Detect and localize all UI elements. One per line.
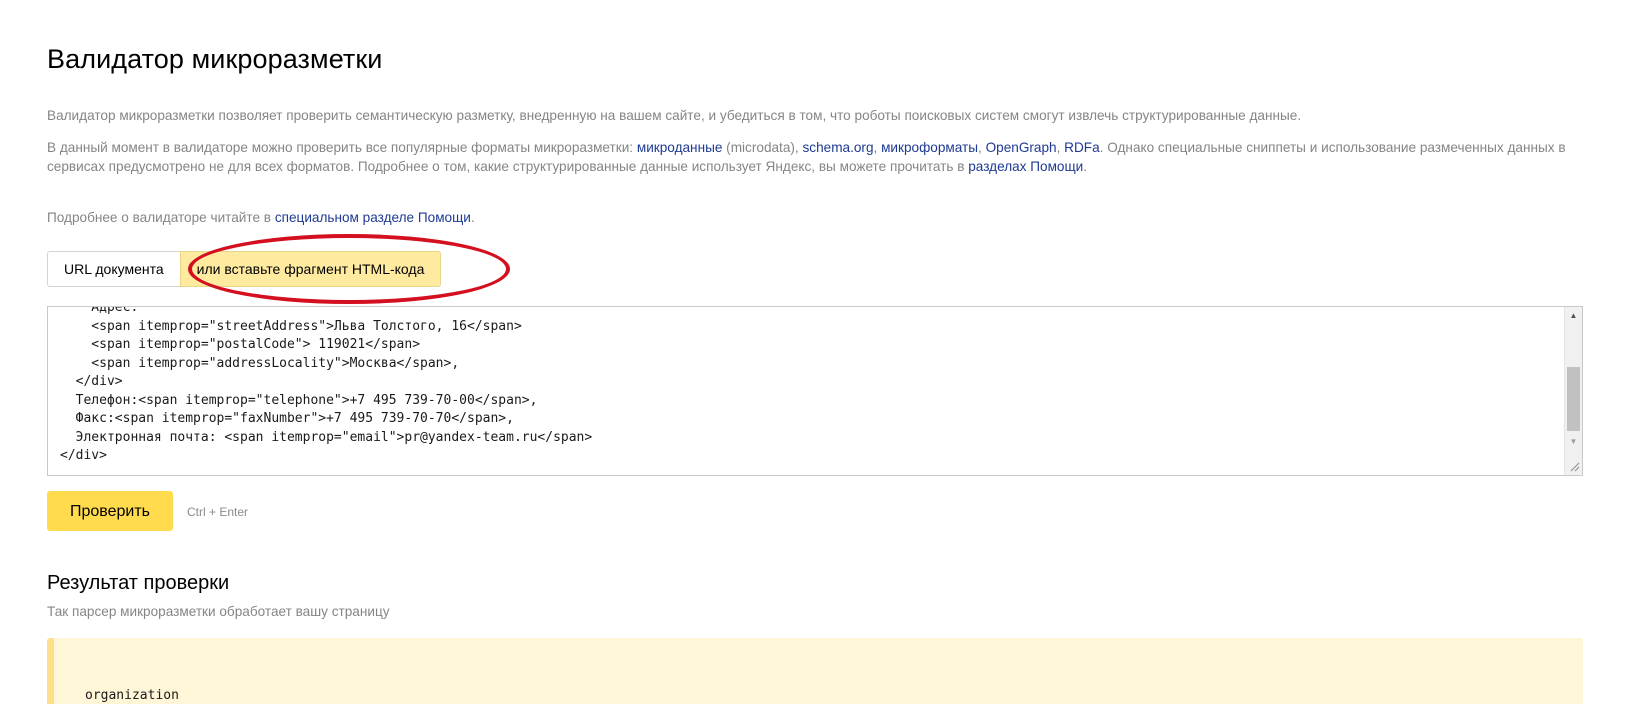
link-rdfa[interactable]: RDFa: [1064, 140, 1100, 155]
result-title: Результат проверки: [47, 572, 230, 594]
intro-paragraph-3: Подробнее о валидаторе читайте в специал…: [47, 208, 1592, 227]
link-help-sections[interactable]: разделах Помощи: [968, 159, 1083, 174]
intro-text: В данный момент в валидаторе можно прове…: [47, 140, 637, 155]
tab-html-fragment[interactable]: или вставьте фрагмент HTML-кода: [179, 251, 442, 287]
result-item-type: organization: [85, 688, 179, 703]
scroll-up-arrow-icon[interactable]: ▲: [1565, 307, 1582, 324]
intro-text: Подробнее о валидаторе читайте в: [47, 210, 275, 225]
link-microformats[interactable]: микроформаты: [881, 140, 978, 155]
intro-text: .: [1083, 159, 1088, 174]
intro-text: (microdata),: [722, 140, 803, 155]
intro-paragraph-2: В данный момент в валидаторе можно прове…: [47, 138, 1592, 176]
html-code-textarea[interactable]: Адрес: <span itemprop="streetAddress">Ль…: [47, 306, 1583, 476]
check-button[interactable]: Проверить: [47, 491, 173, 531]
scrollbar-thumb[interactable]: [1567, 367, 1580, 431]
link-help-special-section[interactable]: специальном разделе Помощи: [275, 210, 471, 225]
result-subtitle: Так парсер микроразметки обработает вашу…: [47, 604, 390, 619]
scroll-down-arrow-icon[interactable]: ▼: [1565, 433, 1582, 450]
tab-url-document[interactable]: URL документа: [47, 251, 180, 287]
input-mode-tabs: URL документа или вставьте фрагмент HTML…: [47, 251, 442, 287]
resize-handle-icon[interactable]: [1567, 460, 1581, 474]
page-title: Валидатор микроразметки: [47, 44, 383, 74]
result-panel: organization: [47, 638, 1583, 704]
page: Валидатор микроразметки Валидатор микрор…: [0, 0, 1626, 704]
intro-text: .: [470, 210, 475, 225]
hotkey-hint: Ctrl + Enter: [187, 505, 249, 519]
vertical-scrollbar[interactable]: ▲ ▼: [1564, 307, 1582, 475]
intro-paragraph-1: Валидатор микроразметки позволяет провер…: [47, 108, 1302, 123]
link-microdata[interactable]: микроданные: [637, 140, 723, 155]
intro-separator: ,: [873, 140, 882, 155]
link-schema-org[interactable]: schema.org: [802, 140, 873, 155]
code-content[interactable]: Адрес: <span itemprop="streetAddress">Ль…: [60, 307, 592, 466]
link-opengraph[interactable]: OpenGraph: [986, 140, 1057, 155]
intro-separator: ,: [978, 140, 986, 155]
resize-grip-icon: [1570, 462, 1580, 472]
